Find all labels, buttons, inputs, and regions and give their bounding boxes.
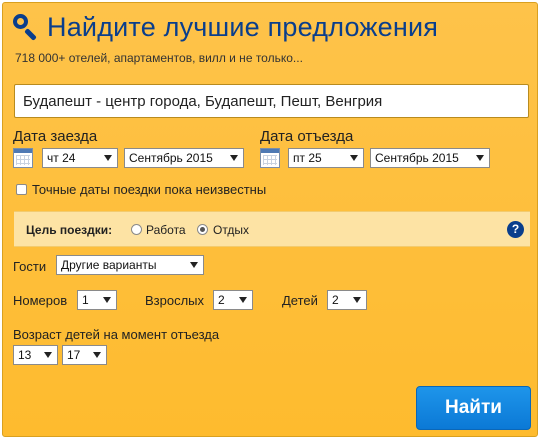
checkin-calendar-icon[interactable] (13, 148, 33, 168)
chevron-down-icon (44, 352, 52, 358)
checkout-calendar-icon[interactable] (260, 148, 280, 168)
children-select[interactable]: 2 (327, 290, 367, 310)
child-age-select-1[interactable]: 13 (13, 345, 58, 365)
adults-value: 2 (218, 293, 225, 307)
destination-input[interactable] (14, 84, 529, 118)
chevron-down-icon (190, 262, 198, 268)
chevron-down-icon (230, 155, 238, 161)
checkout-day-value: пт 25 (293, 151, 322, 165)
guests-value: Другие варианты (61, 258, 157, 272)
child-age-value-1: 13 (18, 348, 32, 362)
purpose-work-label: Работа (146, 223, 186, 237)
children-value: 2 (332, 293, 339, 307)
checkout-label: Дата отъезда (260, 128, 354, 145)
chevron-down-icon (353, 297, 361, 303)
checkin-label: Дата заезда (13, 128, 98, 145)
chevron-down-icon (239, 297, 247, 303)
guests-select[interactable]: Другие варианты (56, 255, 204, 275)
page-subtitle: 718 000+ отелей, апартаментов, вилл и не… (15, 51, 303, 65)
checkout-month-select[interactable]: Сентябрь 2015 (370, 148, 490, 168)
children-label: Детей (282, 293, 318, 308)
rooms-value: 1 (82, 293, 89, 307)
chevron-down-icon (104, 155, 112, 161)
chevron-down-icon (350, 155, 358, 161)
purpose-work-radio[interactable] (131, 224, 142, 235)
checkout-day-select[interactable]: пт 25 (288, 148, 364, 168)
guests-label: Гости (13, 259, 47, 274)
rooms-select[interactable]: 1 (77, 290, 117, 310)
checkin-month-select[interactable]: Сентябрь 2015 (124, 148, 244, 168)
adults-select[interactable]: 2 (213, 290, 253, 310)
purpose-leisure-radio[interactable] (197, 224, 208, 235)
checkin-day-value: чт 24 (47, 151, 76, 165)
search-panel: Найдите лучшие предложения 718 000+ отел… (2, 2, 538, 437)
rooms-label: Номеров (13, 293, 68, 308)
chevron-down-icon (93, 352, 101, 358)
help-icon[interactable]: ? (507, 221, 524, 238)
child-age-value-2: 17 (67, 348, 81, 362)
children-ages-label: Возраст детей на момент отъезда (13, 327, 220, 342)
header: Найдите лучшие предложения (11, 9, 438, 45)
child-age-select-2[interactable]: 17 (62, 345, 107, 365)
page-title: Найдите лучшие предложения (47, 11, 439, 42)
purpose-leisure-label: Отдых (213, 223, 250, 237)
chevron-down-icon (476, 155, 484, 161)
checkin-day-select[interactable]: чт 24 (42, 148, 118, 168)
checkin-month-value: Сентябрь 2015 (129, 151, 213, 165)
checkout-month-value: Сентябрь 2015 (375, 151, 459, 165)
flexible-dates-label: Точные даты поездки пока неизвестны (32, 182, 267, 197)
chevron-down-icon (103, 297, 111, 303)
search-icon (11, 12, 41, 42)
search-button[interactable]: Найти (416, 386, 531, 430)
flexible-dates-checkbox[interactable] (16, 184, 27, 195)
adults-label: Взрослых (145, 293, 205, 308)
trip-purpose-label: Цель поездки: (26, 223, 113, 237)
trip-purpose-bar: Цель поездки: Работа Отдых ? (14, 211, 530, 247)
